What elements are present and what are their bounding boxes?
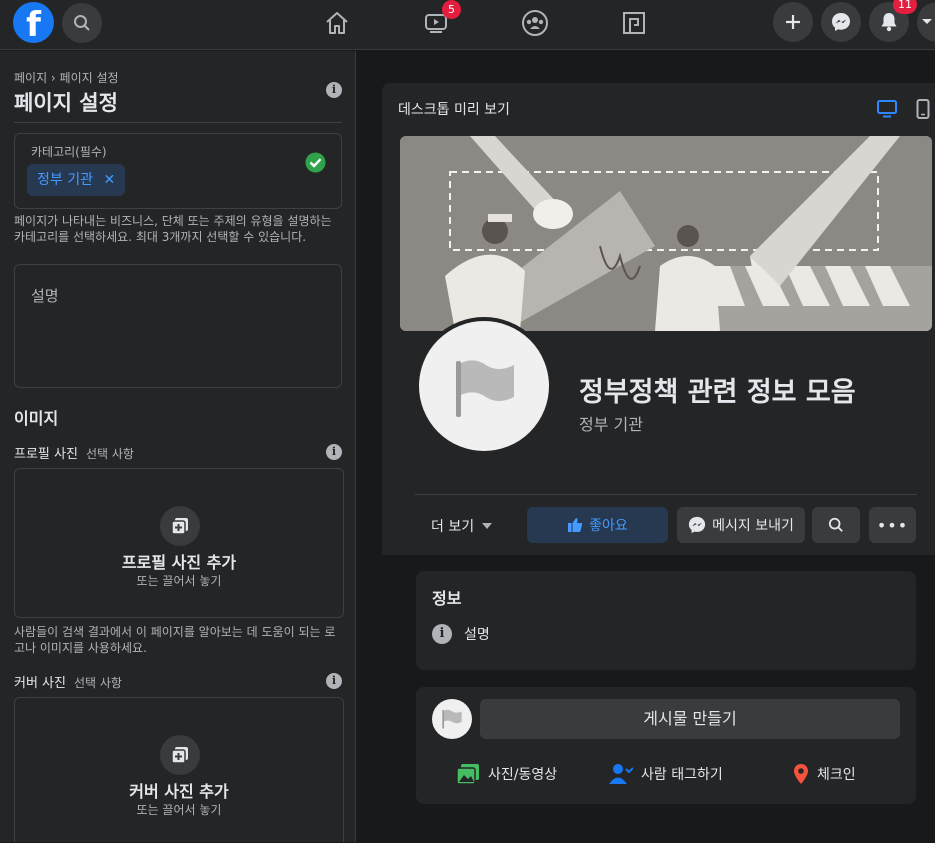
tag-people-icon bbox=[609, 764, 633, 784]
photo-video-label: 사진/동영상 bbox=[488, 767, 558, 783]
desktop-preview: 데스크톱 미리 보기 정부정책 관련 정보 모음 정부 기관 더 보기 좋아요 … bbox=[382, 83, 935, 843]
video-badge: 5 bbox=[442, 0, 461, 19]
create-button[interactable] bbox=[773, 2, 813, 42]
caret-down-icon bbox=[922, 19, 932, 24]
drag-drop-hint: 또는 끌어서 놓기 bbox=[136, 574, 222, 588]
cover-photo-label: 커버 사진 선택 사항 bbox=[14, 672, 122, 691]
page-category: 정부 기관 bbox=[579, 415, 643, 434]
info-icon[interactable]: i bbox=[326, 82, 342, 98]
search-icon bbox=[828, 517, 843, 532]
about-card: 정보 i 설명 bbox=[416, 571, 916, 670]
profile-help-text: 사람들이 검색 결과에서 이 페이지를 알아보는 데 도움이 되는 로고나 이미… bbox=[14, 625, 336, 655]
cover-photo-upload[interactable]: 커버 사진 추가 또는 끌어서 놓기 bbox=[14, 697, 344, 842]
home-icon bbox=[326, 12, 348, 34]
flag-icon bbox=[456, 360, 514, 417]
close-icon[interactable]: ✕ bbox=[103, 172, 115, 188]
check-circle-icon bbox=[305, 152, 326, 173]
add-profile-photo-label: 프로필 사진 추가 bbox=[121, 553, 237, 572]
more-options-button[interactable]: ••• bbox=[869, 507, 916, 543]
search-page-button[interactable] bbox=[812, 507, 860, 543]
send-message-button[interactable]: 메시지 보내기 bbox=[677, 507, 805, 543]
facebook-logo[interactable]: f bbox=[13, 2, 54, 43]
drag-drop-hint: 또는 끌어서 놓기 bbox=[136, 803, 222, 817]
message-label: 메시지 보내기 bbox=[712, 518, 794, 534]
info-icon[interactable]: i bbox=[326, 444, 342, 460]
flag-icon bbox=[442, 709, 462, 729]
preview-title: 데스크톱 미리 보기 bbox=[398, 102, 510, 118]
groups-icon bbox=[522, 10, 548, 36]
search-icon bbox=[74, 15, 90, 31]
breadcrumb[interactable]: 페이지 › 페이지 설정 bbox=[14, 69, 119, 86]
nav-watch[interactable]: 5 bbox=[416, 0, 461, 41]
add-cover-photo-label: 커버 사진 추가 bbox=[129, 782, 229, 801]
plus-icon bbox=[786, 15, 800, 29]
info-icon[interactable]: i bbox=[326, 673, 342, 689]
nav-gaming[interactable] bbox=[614, 5, 654, 41]
notifications-button[interactable]: 11 bbox=[869, 0, 917, 42]
category-label: 카테고리(필수) bbox=[31, 145, 107, 159]
gaming-icon bbox=[623, 12, 645, 34]
description-field[interactable]: 설명 bbox=[14, 264, 342, 388]
tag-people-button[interactable]: 사람 태그하기 bbox=[609, 763, 723, 785]
caret-down-icon bbox=[482, 523, 493, 529]
profile-photo-upload[interactable]: 프로필 사진 추가 또는 끌어서 놓기 bbox=[14, 468, 344, 618]
nav-home[interactable] bbox=[317, 5, 357, 41]
bell-icon bbox=[881, 13, 897, 32]
facebook-logo-letter: f bbox=[26, 5, 41, 43]
about-heading: 정보 bbox=[432, 589, 462, 608]
checkin-label: 체크인 bbox=[817, 767, 856, 783]
page-name: 정부정책 관련 정보 모음 bbox=[579, 377, 856, 408]
description-placeholder: 설명 bbox=[31, 287, 59, 305]
notifications-badge: 11 bbox=[893, 0, 917, 14]
profile-optional: 선택 사항 bbox=[85, 447, 134, 461]
category-field[interactable]: 카테고리(필수) 정부 기관 ✕ bbox=[14, 133, 342, 209]
nav-groups[interactable] bbox=[515, 5, 555, 41]
messenger-button[interactable] bbox=[821, 2, 861, 42]
messenger-icon bbox=[689, 516, 706, 534]
category-help-text: 페이지가 나타내는 비즈니스, 단체 또는 주제의 유형을 설명하는 카테고리를… bbox=[14, 214, 332, 244]
page-settings-panel: 페이지 › 페이지 설정 페이지 설정 i 카테고리(필수) 정부 기관 ✕ 페… bbox=[0, 51, 356, 842]
messenger-icon bbox=[832, 13, 850, 31]
divider bbox=[415, 494, 917, 495]
checkin-button[interactable]: 체크인 bbox=[793, 763, 856, 785]
ellipsis-icon: ••• bbox=[876, 515, 909, 535]
cover-photo-title: 커버 사진 bbox=[14, 676, 66, 691]
top-navigation-bar: f 5 11 bbox=[0, 0, 935, 50]
profile-photo-label: 프로필 사진 선택 사항 bbox=[14, 443, 134, 462]
profile-photo-title: 프로필 사진 bbox=[14, 447, 78, 462]
desktop-icon[interactable] bbox=[877, 100, 897, 118]
divider bbox=[14, 122, 342, 123]
like-button[interactable]: 좋아요 bbox=[527, 507, 668, 543]
add-photo-icon bbox=[160, 506, 200, 546]
info-icon: i bbox=[432, 624, 452, 644]
more-label: 더 보기 bbox=[431, 519, 475, 535]
page-title: 페이지 설정 bbox=[14, 91, 118, 115]
add-photo-icon bbox=[160, 735, 200, 775]
preview-content-area: 정보 i 설명 게시물 만들기 사진/동영상 사람 태그하기 체크인 bbox=[382, 555, 935, 843]
more-dropdown[interactable]: 더 보기 bbox=[431, 516, 493, 536]
photo-icon bbox=[456, 764, 479, 785]
create-post-button[interactable]: 게시물 만들기 bbox=[480, 699, 900, 739]
cover-illustration bbox=[400, 136, 932, 331]
photo-video-button[interactable]: 사진/동영상 bbox=[456, 763, 557, 785]
thumbs-up-icon bbox=[568, 518, 583, 532]
search-button[interactable] bbox=[62, 3, 102, 43]
mobile-icon[interactable] bbox=[916, 99, 930, 119]
post-avatar bbox=[432, 699, 472, 739]
category-chip[interactable]: 정부 기관 ✕ bbox=[27, 164, 126, 196]
create-post-card: 게시물 만들기 사진/동영상 사람 태그하기 체크인 bbox=[416, 687, 916, 804]
account-menu-button[interactable] bbox=[917, 2, 935, 42]
tag-people-label: 사람 태그하기 bbox=[641, 767, 723, 783]
location-pin-icon bbox=[794, 764, 808, 784]
like-label: 좋아요 bbox=[589, 518, 628, 534]
category-chip-label: 정부 기관 bbox=[37, 172, 93, 188]
about-description: 설명 bbox=[464, 627, 490, 643]
images-heading: 이미지 bbox=[14, 409, 59, 428]
page-avatar[interactable] bbox=[415, 317, 553, 455]
cover-optional: 선택 사항 bbox=[73, 676, 122, 690]
